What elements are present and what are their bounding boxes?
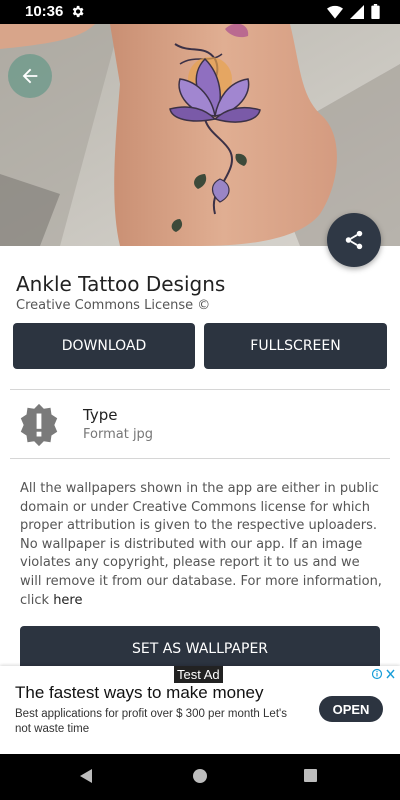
- status-time: 10:36: [25, 3, 64, 20]
- ad-body: Best applications for profit over $ 300 …: [15, 708, 287, 735]
- license-text: Creative Commons License ©: [16, 298, 211, 313]
- status-bar: 10:36: [0, 0, 400, 24]
- alert-badge-icon: [20, 403, 58, 447]
- more-info-link[interactable]: here: [53, 593, 82, 608]
- battery-icon: [371, 4, 380, 19]
- ad-open-button[interactable]: OPEN: [319, 696, 383, 722]
- test-ad-tag: Test Ad: [174, 666, 223, 683]
- fullscreen-button[interactable]: FULLSCREEN: [204, 323, 387, 369]
- share-button[interactable]: [327, 213, 381, 267]
- ad-choices[interactable]: [371, 668, 396, 683]
- signal-icon: [350, 4, 364, 19]
- tattoo-photo: [0, 24, 400, 246]
- description-text: All the wallpapers shown in the app are …: [20, 481, 382, 608]
- wifi-icon: [327, 5, 343, 19]
- share-icon: [345, 230, 363, 250]
- gear-icon: [72, 5, 84, 18]
- nav-back-icon[interactable]: [80, 769, 92, 783]
- status-icons: [327, 4, 380, 19]
- copyright-description: All the wallpapers shown in the app are …: [20, 480, 384, 610]
- divider: [10, 389, 390, 390]
- wallpaper-title: Ankle Tattoo Designs: [16, 272, 226, 296]
- ad-info-icon: [371, 668, 395, 680]
- nav-recents-icon[interactable]: [304, 769, 317, 782]
- ad-headline[interactable]: The fastest ways to make money: [15, 683, 264, 703]
- back-button[interactable]: [8, 54, 52, 98]
- type-value: Format jpg: [83, 427, 154, 442]
- type-label: Type: [83, 406, 118, 424]
- download-button[interactable]: DOWNLOAD: [13, 323, 195, 369]
- wallpaper-preview-image[interactable]: [0, 24, 400, 246]
- arrow-left-icon: [22, 68, 38, 84]
- nav-home-icon[interactable]: [193, 769, 207, 783]
- divider: [10, 458, 390, 459]
